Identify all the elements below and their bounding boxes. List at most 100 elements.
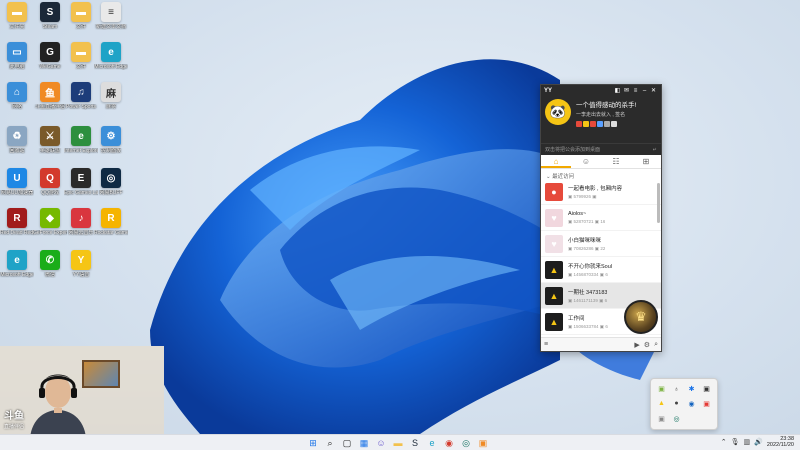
skin-icon[interactable]: ◧ <box>613 87 622 94</box>
list-item[interactable]: ♥ Aiolos~ ▣ 52870721 ▣ 16 <box>541 205 661 231</box>
desktop-icon[interactable]: ♻ 回收站 <box>0 126 34 154</box>
desktop-icon[interactable]: ♪ 网易云音乐 <box>64 208 98 236</box>
yy-search-bar[interactable]: 双击将把公会添加到桌面 ↵ <box>541 143 661 155</box>
task-view-icon[interactable]: ▢ <box>340 436 354 450</box>
desktop-icon[interactable]: ◎ 网易BUFF <box>94 168 128 196</box>
desktop-icon-label: Microsoft Edge <box>94 64 128 70</box>
desktop-icon[interactable]: ♫ Power Sports <box>64 82 98 110</box>
desktop-icon-label: Power Sports <box>65 104 96 110</box>
yy-tabs: ⌂ ☺ ☷ ⊞ <box>541 155 661 169</box>
tab-channels[interactable]: ☷ <box>601 155 631 168</box>
tray-app-icon[interactable]: ◎ <box>669 411 684 426</box>
desktop-icon[interactable]: e Microsoft Edge <box>94 42 128 70</box>
tab-home[interactable]: ⌂ <box>541 155 571 168</box>
app3-icon[interactable]: ▣ <box>476 436 490 450</box>
channel-meta: ▣ 1456870334 ▣ 6 <box>568 272 612 278</box>
desktop-icon[interactable]: e Microsoft Edge <box>0 250 34 278</box>
tray-app-icon[interactable]: ▲ <box>654 397 669 412</box>
tray-app-icon[interactable]: ✱ <box>684 382 699 397</box>
video-icon[interactable]: ▶ <box>634 341 639 349</box>
volume-icon[interactable]: 🔊 <box>754 438 763 446</box>
edge-icon[interactable]: e <box>425 436 439 450</box>
tray-app-icon[interactable]: ▣ <box>699 397 714 412</box>
avatar[interactable]: 🐼 <box>545 99 571 125</box>
settings-icon[interactable]: ⚙ <box>644 341 650 349</box>
yy-signature[interactable]: 一李走出去就入 , 签名 <box>576 111 636 118</box>
desktop-icon[interactable]: E Epic Games Launcher <box>64 168 98 196</box>
app-icon: R <box>101 208 121 228</box>
tab-friends[interactable]: ☺ <box>571 155 601 168</box>
app-icon: e <box>7 250 27 270</box>
menu-icon[interactable]: ≡ <box>631 88 640 94</box>
desktop-icon[interactable]: ✆ 微信 <box>33 250 67 278</box>
tray-app-icon[interactable]: ♁ <box>669 382 684 397</box>
file-explorer-icon[interactable]: ▬ <box>391 436 405 450</box>
badge-icon[interactable] <box>583 121 589 127</box>
tray-app-icon[interactable]: ▣ <box>654 411 669 426</box>
desktop-icon[interactable]: 鱼斗鱼直播伴侣 <box>33 82 67 110</box>
close-icon[interactable]: ✕ <box>649 87 658 94</box>
desktop-icon[interactable]: ⚙ 控制面板 <box>94 126 128 154</box>
channel-meta: ▣ 1461171139 ▣ 6 <box>568 298 607 304</box>
desktop-icon[interactable]: S Steam <box>33 2 67 30</box>
app2-icon[interactable]: ◎ <box>459 436 473 450</box>
tab-apps[interactable]: ⊞ <box>631 155 661 168</box>
chat-icon[interactable]: ☺ <box>374 436 388 450</box>
app-icon[interactable]: ◉ <box>442 436 456 450</box>
badge-icon[interactable] <box>604 121 610 127</box>
channel-avatar: ● <box>545 182 563 201</box>
enter-icon[interactable]: ↵ <box>653 147 657 153</box>
list-item[interactable]: ♥ 小白猫咪咪咪 ▣ 70826286 ▣ 22 <box>541 231 661 257</box>
yy-nickname[interactable]: 一个值得感动的杀手! <box>576 99 636 109</box>
scrollbar[interactable] <box>657 183 660 223</box>
tray-app-icon[interactable]: ▣ <box>699 382 714 397</box>
floating-avatar[interactable]: ♛ <box>624 300 658 334</box>
desktop-icon[interactable]: ▬ 文件夹 <box>0 2 34 30</box>
list-item[interactable]: ▲ 不开心你就来Soul ▣ 1456870334 ▣ 6 <box>541 257 661 283</box>
steam-icon[interactable]: S <box>408 436 422 450</box>
message-icon[interactable]: ✉ <box>622 87 631 94</box>
desktop-icon[interactable]: R Red Dead Redemption <box>0 208 34 236</box>
chevron-up-icon[interactable]: ⌃ <box>721 438 727 446</box>
search-icon[interactable]: ⌕ <box>323 436 337 450</box>
desktop-icon[interactable]: ▭ 此电脑 <box>0 42 34 70</box>
desktop-icon-label: 微信 <box>44 272 55 278</box>
desktop-icon[interactable]: ◆ GeForce Experience <box>33 208 67 236</box>
search-placeholder[interactable]: 双击将把公会添加到桌面 <box>545 146 653 153</box>
desktop-icon[interactable]: R Rockstar Games Launcher <box>94 208 128 236</box>
desktop-icon[interactable]: ▬ 文件 <box>64 42 98 70</box>
desktop-icon[interactable]: ⌂ 网络 <box>0 82 34 110</box>
desktop-icon[interactable]: e Internet Explorer <box>64 126 98 154</box>
app-icon: ≡ <box>101 2 121 22</box>
menu-icon[interactable]: ≡ <box>544 341 548 348</box>
desktop-icon-label: Internet Explorer <box>64 148 98 154</box>
microphone-icon[interactable]: 🎙 <box>731 438 740 446</box>
desktop-icon[interactable]: Y YY语音 <box>64 250 98 278</box>
desktop-icon[interactable]: G WeGame <box>33 42 67 70</box>
desktop-icon[interactable]: ▬ 文件 <box>64 2 98 30</box>
channel-meta: ▣ 5799926 ▣ <box>568 194 622 200</box>
badge-icon[interactable] <box>597 121 603 127</box>
channel-name: 一起看电影 , 包厢内容 <box>568 185 623 192</box>
desktop-icon[interactable]: ⚔ 英雄联盟 <box>33 126 67 154</box>
channel-count: 6 <box>605 323 608 329</box>
desktop-icon[interactable]: U 网易UU加速器 <box>0 168 34 196</box>
minimize-icon[interactable]: – <box>640 88 649 94</box>
desktop-icon-label: Steam <box>42 24 58 30</box>
desktop-icon[interactable]: 麻麻将 <box>94 82 128 110</box>
network-icon[interactable]: ▥ <box>744 438 751 446</box>
tray-app-icon[interactable]: ● <box>669 397 684 412</box>
tray-app-icon[interactable]: ◉ <box>684 397 699 412</box>
search-icon[interactable]: ⌕ <box>654 341 658 349</box>
tray-app-icon[interactable]: ▣ <box>654 382 669 397</box>
badge-icon[interactable] <box>611 121 617 127</box>
badge-icon[interactable] <box>590 121 596 127</box>
desktop-icon[interactable]: Q QQ游戏 <box>33 168 67 196</box>
clock[interactable]: 23:38 2022/11/20 <box>767 436 794 448</box>
badge-icon[interactable] <box>576 121 582 127</box>
desktop-icon[interactable]: ≡ 新建文本文档 <box>94 2 128 30</box>
widgets-icon[interactable]: ▦ <box>357 436 371 450</box>
list-item[interactable]: ● 一起看电影 , 包厢内容 ▣ 5799926 ▣ <box>541 179 661 205</box>
app-icon: ✆ <box>40 250 60 270</box>
start-icon[interactable]: ⊞ <box>306 436 320 450</box>
